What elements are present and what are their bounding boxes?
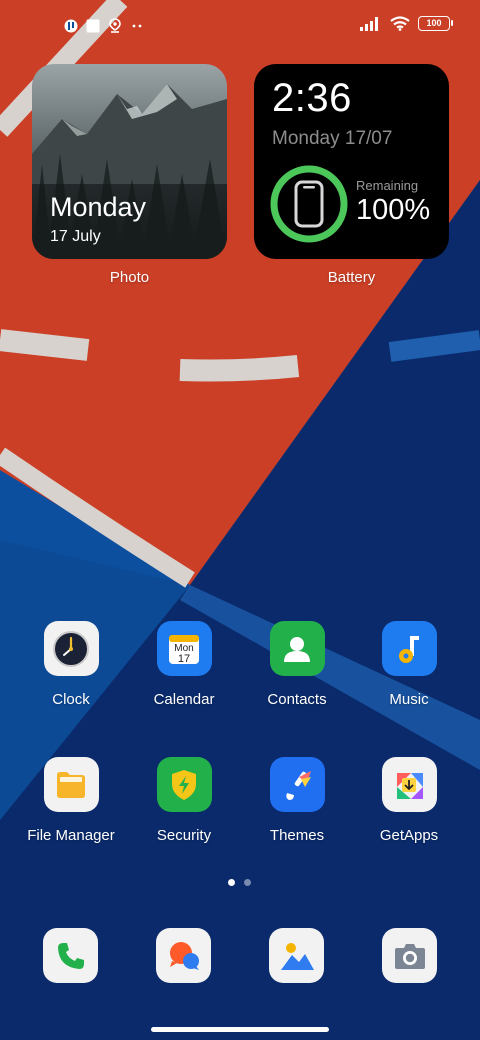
app-notification-icon [64,19,78,32]
page-dot[interactable] [244,879,251,886]
themes-brush-icon [269,757,325,812]
location-notification-icon [109,18,121,33]
messages-icon [169,941,199,970]
app-label: Contacts [267,691,327,708]
battery-widget[interactable]: 2:36 Monday 17/07 Remaining 100% [254,64,449,259]
battery-remaining-label: Remaining [356,178,419,193]
photo-widget[interactable]: Monday 17 July [32,64,227,259]
calendar-icon-day: 17 [178,653,190,665]
folder-icon [43,757,99,812]
battery-widget-date: Monday 17/07 [272,128,393,149]
app-label: Music [389,691,429,708]
photo-widget-label: Photo [109,269,150,286]
more-notifications-icon [132,24,142,27]
app-label: Security [156,827,212,844]
photo-widget-day: Monday [50,192,147,222]
clock-icon [43,621,99,676]
phone-battery-icon [294,180,324,228]
getapps-icon [381,757,437,812]
dock-messages[interactable] [156,928,211,983]
app-security[interactable]: Security [129,757,239,844]
app-themes[interactable]: Themes [242,757,352,844]
security-shield-icon [156,757,212,812]
battery-widget-label: Battery [327,269,376,286]
battery-level-ring [270,165,348,243]
app-clock[interactable]: Clock [16,621,126,708]
contacts-icon [269,621,325,676]
music-icon [381,621,437,676]
app-contacts[interactable]: Contacts [242,621,352,708]
notification-icons [64,18,144,33]
page-indicator[interactable] [228,879,251,886]
battery-percent: 100% [356,194,431,226]
app-calendar[interactable]: Mon 17 Calendar [129,621,239,708]
battery-icon: 100 [418,16,453,31]
home-indicator[interactable] [151,1027,329,1032]
gallery-icon [280,942,314,970]
app-label: GetApps [379,827,439,844]
app-label: File Manager [27,827,115,844]
calendar-icon: Mon 17 [156,621,212,676]
page-dot-active[interactable] [228,879,235,886]
signal-icon [360,16,378,31]
status-bar: 100 [0,0,480,56]
app-getapps[interactable]: GetApps [354,757,464,844]
dock-phone[interactable] [43,928,98,983]
app-music[interactable]: Music [354,621,464,708]
dock-gallery[interactable] [269,928,324,983]
square-notification-icon [86,19,100,32]
app-file-manager[interactable]: File Manager [16,757,126,844]
app-label: Calendar [153,691,215,708]
app-label: Themes [269,827,325,844]
phone-icon [57,942,84,969]
photo-widget-date: 17 July [50,228,101,245]
wifi-icon [390,16,410,31]
dock-camera[interactable] [382,928,437,983]
camera-icon [394,943,425,969]
app-label: Clock [52,691,90,708]
battery-widget-time: 2:36 [272,76,352,120]
